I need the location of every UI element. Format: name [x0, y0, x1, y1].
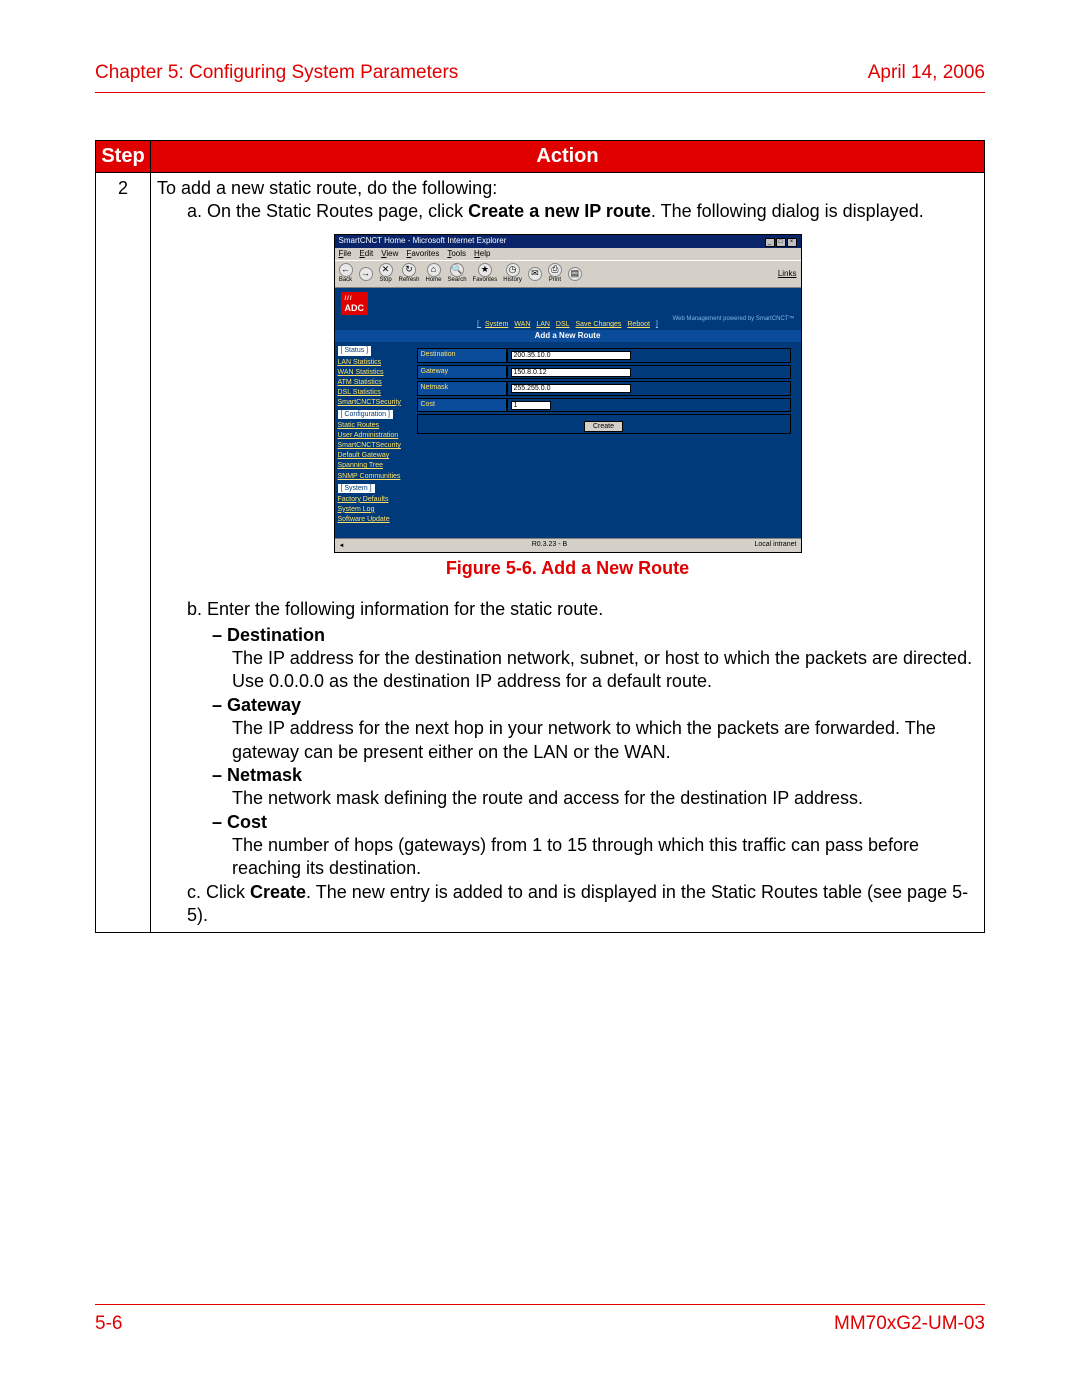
search-button[interactable]: 🔍Search [448, 263, 467, 285]
sidebar-atm-stats[interactable]: ATM Statistics [338, 378, 410, 387]
nav-reboot[interactable]: Reboot [627, 321, 650, 328]
sidebar-static-routes[interactable]: Static Routes [338, 421, 410, 430]
field-gateway-desc: The IP address for the next hop in your … [157, 717, 978, 764]
powered-by: Web Management powered by SmartCNCT™ [673, 316, 795, 324]
close-icon[interactable]: × [787, 238, 797, 247]
field-gateway-label: – Gateway [212, 695, 301, 715]
field-cost-desc: The number of hops (gateways) from 1 to … [157, 834, 978, 881]
destination-input[interactable] [511, 351, 631, 360]
sidebar: [ Status ] LAN Statistics WAN Statistics… [335, 342, 413, 527]
menu-tools[interactable]: Tools [447, 249, 466, 259]
field-cost-label: – Cost [212, 812, 267, 832]
toolbar: ←Back → ✕Stop ↻Refresh ⌂Home 🔍Search ★Fa… [335, 260, 801, 288]
cost-label: Cost [417, 398, 507, 412]
step-a: a. On the Static Routes page, click Crea… [157, 200, 978, 223]
sidebar-security-status[interactable]: SmartCNCTSecurity [338, 398, 410, 407]
favorites-button[interactable]: ★Favorites [473, 263, 498, 285]
window-controls: _□× [764, 236, 797, 247]
sidebar-snmp[interactable]: SNMP Communities [338, 472, 410, 481]
destination-label: Destination [417, 348, 507, 362]
back-button[interactable]: ←Back [339, 263, 353, 285]
nav-wan[interactable]: WAN [514, 321, 530, 328]
field-destination-desc1: The IP address for the destination netwo… [157, 647, 978, 670]
footer-docid: MM70xG2-UM-03 [834, 1313, 985, 1335]
nav-dsl[interactable]: DSL [556, 321, 570, 328]
step-b: b. Enter the following information for t… [157, 598, 978, 621]
sidebar-user-admin[interactable]: User Administration [338, 431, 410, 440]
sidebar-cat-config[interactable]: [ Configuration ] [338, 410, 393, 419]
menu-help[interactable]: Help [474, 249, 490, 259]
browser-screenshot: SmartCNCT Home - Microsoft Internet Expl… [334, 234, 802, 553]
menu-view[interactable]: View [381, 249, 398, 259]
links-label[interactable]: Links [778, 269, 797, 279]
field-destination-label: – Destination [212, 625, 325, 645]
nav-lan[interactable]: LAN [536, 321, 550, 328]
mail-button[interactable]: ✉ [528, 267, 542, 281]
step-c: c. Click Create. The new entry is added … [157, 881, 978, 928]
gateway-input[interactable] [511, 368, 631, 377]
action-cell: To add a new static route, do the follow… [151, 173, 985, 933]
status-version: R0.3.23 - B [532, 540, 567, 551]
netmask-input[interactable] [511, 384, 631, 393]
route-form: Destination Gateway Netmask Cost Create [413, 342, 801, 527]
nav-save[interactable]: Save Changes [576, 321, 622, 328]
sidebar-default-gateway[interactable]: Default Gateway [338, 451, 410, 460]
nav-system[interactable]: System [485, 321, 508, 328]
chapter-title: Chapter 5: Configuring System Parameters [95, 62, 458, 84]
home-button[interactable]: ⌂Home [426, 263, 442, 285]
page-body: ///ADC Web Management powered by SmartCN… [335, 288, 801, 538]
sidebar-factory-defaults[interactable]: Factory Defaults [338, 495, 410, 504]
adc-logo: ///ADC [341, 292, 369, 315]
stop-button[interactable]: ✕Stop [379, 263, 393, 285]
field-netmask-label: – Netmask [212, 765, 302, 785]
intro-text: To add a new static route, do the follow… [157, 177, 978, 200]
form-title: Add a New Route [335, 330, 801, 342]
sidebar-lan-stats[interactable]: LAN Statistics [338, 358, 410, 367]
menu-file[interactable]: File [339, 249, 352, 259]
menu-bar: File Edit View Favorites Tools Help [335, 248, 801, 260]
procedure-table: Step Action 2 To add a new static route,… [95, 140, 985, 933]
netmask-label: Netmask [417, 381, 507, 395]
status-zone: Local intranet [754, 540, 796, 551]
sidebar-dsl-stats[interactable]: DSL Statistics [338, 388, 410, 397]
menu-edit[interactable]: Edit [359, 249, 373, 259]
sidebar-software-update[interactable]: Software Update [338, 515, 410, 524]
page-footer: 5-6 MM70xG2-UM-03 [95, 1304, 985, 1335]
sidebar-system-log[interactable]: System Log [338, 505, 410, 514]
field-netmask-desc: The network mask defining the route and … [157, 787, 978, 810]
header-date: April 14, 2006 [868, 62, 985, 84]
window-title: SmartCNCT Home - Microsoft Internet Expl… [339, 236, 507, 246]
edit-button[interactable]: ▤ [568, 267, 582, 281]
status-left [339, 540, 345, 551]
sidebar-cat-status[interactable]: [ Status ] [338, 346, 372, 355]
field-destination-desc2: Use 0.0.0.0 as the destination IP addres… [157, 670, 978, 693]
col-action: Action [151, 141, 985, 173]
page-header: Chapter 5: Configuring System Parameters… [95, 62, 985, 93]
forward-button[interactable]: → [359, 267, 373, 281]
figure-caption: Figure 5-6. Add a New Route [157, 557, 978, 580]
footer-page: 5-6 [95, 1313, 122, 1335]
cost-input[interactable] [511, 401, 551, 410]
maximize-icon[interactable]: □ [776, 238, 786, 247]
gateway-label: Gateway [417, 365, 507, 379]
history-button[interactable]: ◷History [503, 263, 522, 285]
step-number: 2 [96, 173, 151, 933]
sidebar-wan-stats[interactable]: WAN Statistics [338, 368, 410, 377]
sidebar-security-config[interactable]: SmartCNCTSecurity [338, 441, 410, 450]
window-titlebar: SmartCNCT Home - Microsoft Internet Expl… [335, 235, 801, 248]
col-step: Step [96, 141, 151, 173]
status-bar: R0.3.23 - B Local intranet [335, 538, 801, 552]
sidebar-spanning-tree[interactable]: Spanning Tree [338, 461, 410, 470]
refresh-button[interactable]: ↻Refresh [399, 263, 420, 285]
minimize-icon[interactable]: _ [765, 238, 775, 247]
sidebar-cat-system[interactable]: [ System ] [338, 484, 375, 493]
create-button[interactable]: Create [584, 421, 623, 432]
menu-favorites[interactable]: Favorites [406, 249, 439, 259]
print-button[interactable]: ⎙Print [548, 263, 562, 285]
